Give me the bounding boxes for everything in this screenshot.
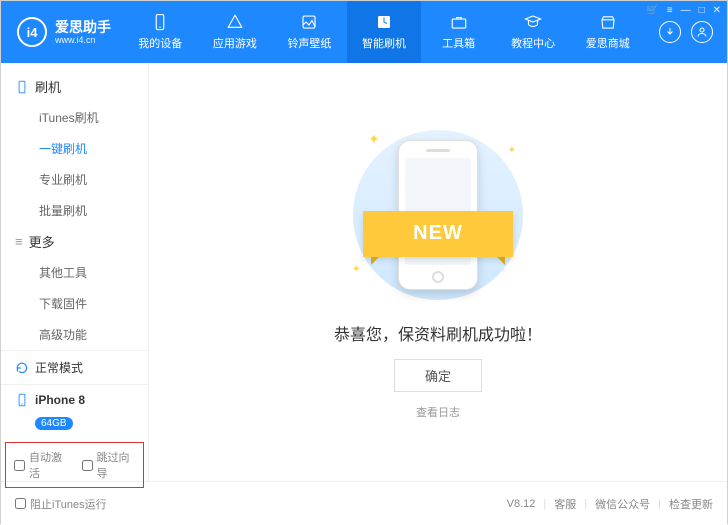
ok-button[interactable]: 确定 <box>394 359 482 392</box>
sidebar-item-download-firmware[interactable]: 下载固件 <box>15 288 148 319</box>
nav-label: 爱思商城 <box>586 35 630 51</box>
app-header: 🛒 ≡ — □ ✕ i4 爱思助手 www.i4.cn 我的设备 应用游戏 铃声… <box>1 1 727 63</box>
tutorial-icon <box>524 13 542 31</box>
group-title: 更多 <box>29 232 55 251</box>
menu-icon[interactable]: ≡ <box>667 5 673 16</box>
nav-label: 应用游戏 <box>213 35 257 51</box>
phone-icon <box>15 80 29 94</box>
spark-icon: ✦ <box>368 131 380 148</box>
device-info[interactable]: iPhone 8 64GB <box>1 384 148 438</box>
nav-label: 智能刷机 <box>362 35 406 51</box>
brand-site: www.i4.cn <box>55 35 111 45</box>
new-ribbon: NEW <box>363 211 513 257</box>
toolbox-icon <box>450 13 468 31</box>
body: 刷机 iTunes刷机 一键刷机 专业刷机 批量刷机 ≡ 更多 其他工具 下载固… <box>1 63 727 481</box>
mode-label: 正常模式 <box>35 359 83 376</box>
nav-ringtones[interactable]: 铃声壁纸 <box>272 1 347 63</box>
view-log-link[interactable]: 查看日志 <box>416 404 460 420</box>
spark-icon: ✦ <box>508 145 516 156</box>
sidebar-item-pro-flash[interactable]: 专业刷机 <box>15 164 148 195</box>
logo-area: i4 爱思助手 www.i4.cn <box>1 17 123 47</box>
apps-icon <box>226 13 244 31</box>
wechat-link[interactable]: 微信公众号 <box>595 496 650 512</box>
top-nav: 我的设备 应用游戏 铃声壁纸 智能刷机 工具箱 教程中心 爱思商城 <box>123 1 645 63</box>
sidebar: 刷机 iTunes刷机 一键刷机 专业刷机 批量刷机 ≡ 更多 其他工具 下载固… <box>1 63 149 481</box>
sidebar-item-other-tools[interactable]: 其他工具 <box>15 257 148 288</box>
header-right <box>645 21 727 43</box>
flash-options-box: 自动激活 跳过向导 <box>5 442 144 488</box>
nav-my-device[interactable]: 我的设备 <box>123 1 198 63</box>
sidebar-group-flash: 刷机 <box>1 71 148 102</box>
close-icon[interactable]: ✕ <box>713 5 721 16</box>
brand-name: 爱思助手 <box>55 19 111 35</box>
device-icon <box>151 13 169 31</box>
sidebar-group-more: ≡ 更多 <box>1 226 148 257</box>
cart-icon[interactable]: 🛒 <box>646 5 658 16</box>
nav-tutorials[interactable]: 教程中心 <box>496 1 571 63</box>
device-name: iPhone 8 <box>35 393 85 407</box>
sidebar-item-itunes-flash[interactable]: iTunes刷机 <box>15 102 148 133</box>
auto-activate-checkbox[interactable]: 自动激活 <box>14 449 68 481</box>
sidebar-item-advanced[interactable]: 高级功能 <box>15 319 148 350</box>
refresh-icon <box>15 361 29 375</box>
group-title: 刷机 <box>35 77 61 96</box>
window-controls: 🛒 ≡ — □ ✕ <box>646 5 721 16</box>
minimize-icon[interactable]: — <box>681 5 691 16</box>
main-panel: ✦ ✦ ✦ NEW 恭喜您，保资料刷机成功啦！ 确定 查看日志 <box>149 63 727 481</box>
nav-store[interactable]: 爱思商城 <box>570 1 645 63</box>
user-icon[interactable] <box>691 21 713 43</box>
device-mode[interactable]: 正常模式 <box>1 350 148 384</box>
nav-label: 教程中心 <box>511 35 555 51</box>
block-itunes-checkbox[interactable]: 阻止iTunes运行 <box>15 496 107 512</box>
success-message: 恭喜您，保资料刷机成功啦！ <box>334 321 542 345</box>
flash-icon <box>375 13 393 31</box>
version-label: V8.12 <box>507 498 536 510</box>
sidebar-item-oneclick-flash[interactable]: 一键刷机 <box>15 133 148 164</box>
nav-apps[interactable]: 应用游戏 <box>198 1 273 63</box>
logo-icon: i4 <box>17 17 47 47</box>
download-icon[interactable] <box>659 21 681 43</box>
maximize-icon[interactable]: □ <box>699 5 705 16</box>
check-update-link[interactable]: 检查更新 <box>669 496 713 512</box>
spark-icon: ✦ <box>352 264 360 275</box>
wallpaper-icon <box>300 13 318 31</box>
nav-label: 工具箱 <box>442 35 475 51</box>
nav-label: 我的设备 <box>138 35 182 51</box>
storage-badge: 64GB <box>35 417 73 430</box>
nav-flash[interactable]: 智能刷机 <box>347 1 422 63</box>
support-link[interactable]: 客服 <box>554 496 576 512</box>
device-phone-icon <box>15 393 29 407</box>
skip-guide-checkbox[interactable]: 跳过向导 <box>82 449 136 481</box>
sidebar-item-batch-flash[interactable]: 批量刷机 <box>15 195 148 226</box>
more-icon: ≡ <box>15 234 23 249</box>
nav-label: 铃声壁纸 <box>287 35 331 51</box>
success-illustration: ✦ ✦ ✦ NEW <box>338 125 538 305</box>
nav-toolbox[interactable]: 工具箱 <box>421 1 496 63</box>
store-icon <box>599 13 617 31</box>
